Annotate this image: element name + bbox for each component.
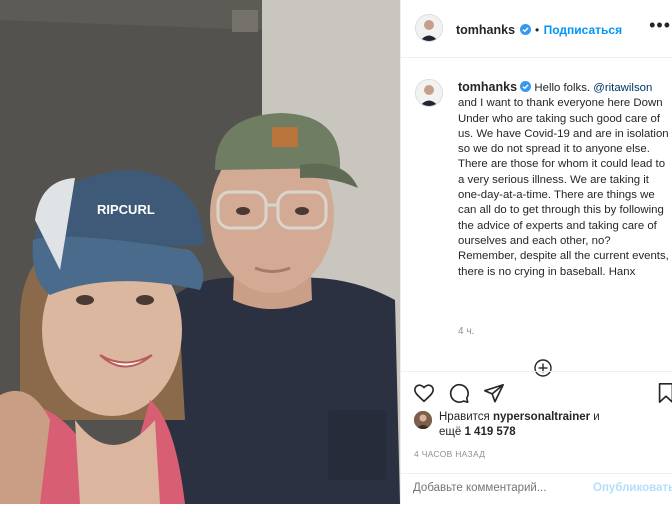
post-photo[interactable]: RIPCURL xyxy=(0,0,400,504)
bookmark-icon[interactable] xyxy=(655,382,672,404)
comment-icon[interactable] xyxy=(448,382,470,404)
author-username[interactable]: tomhanks xyxy=(456,23,515,37)
caption-mention-link[interactable]: @ritawilson xyxy=(593,82,652,94)
cap-logo-text: RIPCURL xyxy=(97,202,155,217)
photo-image: RIPCURL xyxy=(0,0,400,504)
comment-input[interactable] xyxy=(413,482,583,494)
post-timestamp[interactable]: 4 ЧАСОВ НАЗАД xyxy=(414,449,485,459)
separator-dot: • xyxy=(534,23,540,37)
author-avatar[interactable] xyxy=(415,14,443,42)
caption-text-start: Hello folks. xyxy=(534,82,594,94)
verified-badge-icon xyxy=(519,24,531,35)
caption-author-avatar[interactable] xyxy=(415,79,443,107)
more-options-icon[interactable]: ••• xyxy=(649,15,671,36)
liker-avatar[interactable] xyxy=(414,411,432,429)
likes-count[interactable]: 1 419 578 xyxy=(464,426,515,438)
publish-button[interactable]: Опубликовать xyxy=(593,482,672,494)
liker-username[interactable]: nypersonaltrainer xyxy=(493,411,590,423)
likes-prefix: Нравится xyxy=(439,411,493,423)
action-bar xyxy=(401,371,672,412)
post-side-panel: tomhanks • Подписаться ••• tomhanks Hell… xyxy=(400,0,672,504)
likes-and: и xyxy=(590,411,600,423)
verified-badge-icon xyxy=(520,81,532,92)
paper-plane-icon[interactable] xyxy=(483,382,505,404)
caption-text-rest: and I want to thank everyone here Down U… xyxy=(458,97,669,278)
likes-summary: Нравится nypersonaltrainer и ещё 1 419 5… xyxy=(439,410,600,440)
caption-age: 4 ч. xyxy=(458,326,475,337)
comment-bar: Опубликовать xyxy=(401,473,672,505)
heart-icon[interactable] xyxy=(413,382,435,404)
caption-username[interactable]: tomhanks xyxy=(458,80,517,94)
follow-button[interactable]: Подписаться xyxy=(544,23,622,37)
likes-more-prefix: ещё xyxy=(439,426,465,438)
post-header: tomhanks • Подписаться ••• xyxy=(401,0,672,58)
post-caption: tomhanks Hello folks. @ritawilson and I … xyxy=(458,80,670,280)
